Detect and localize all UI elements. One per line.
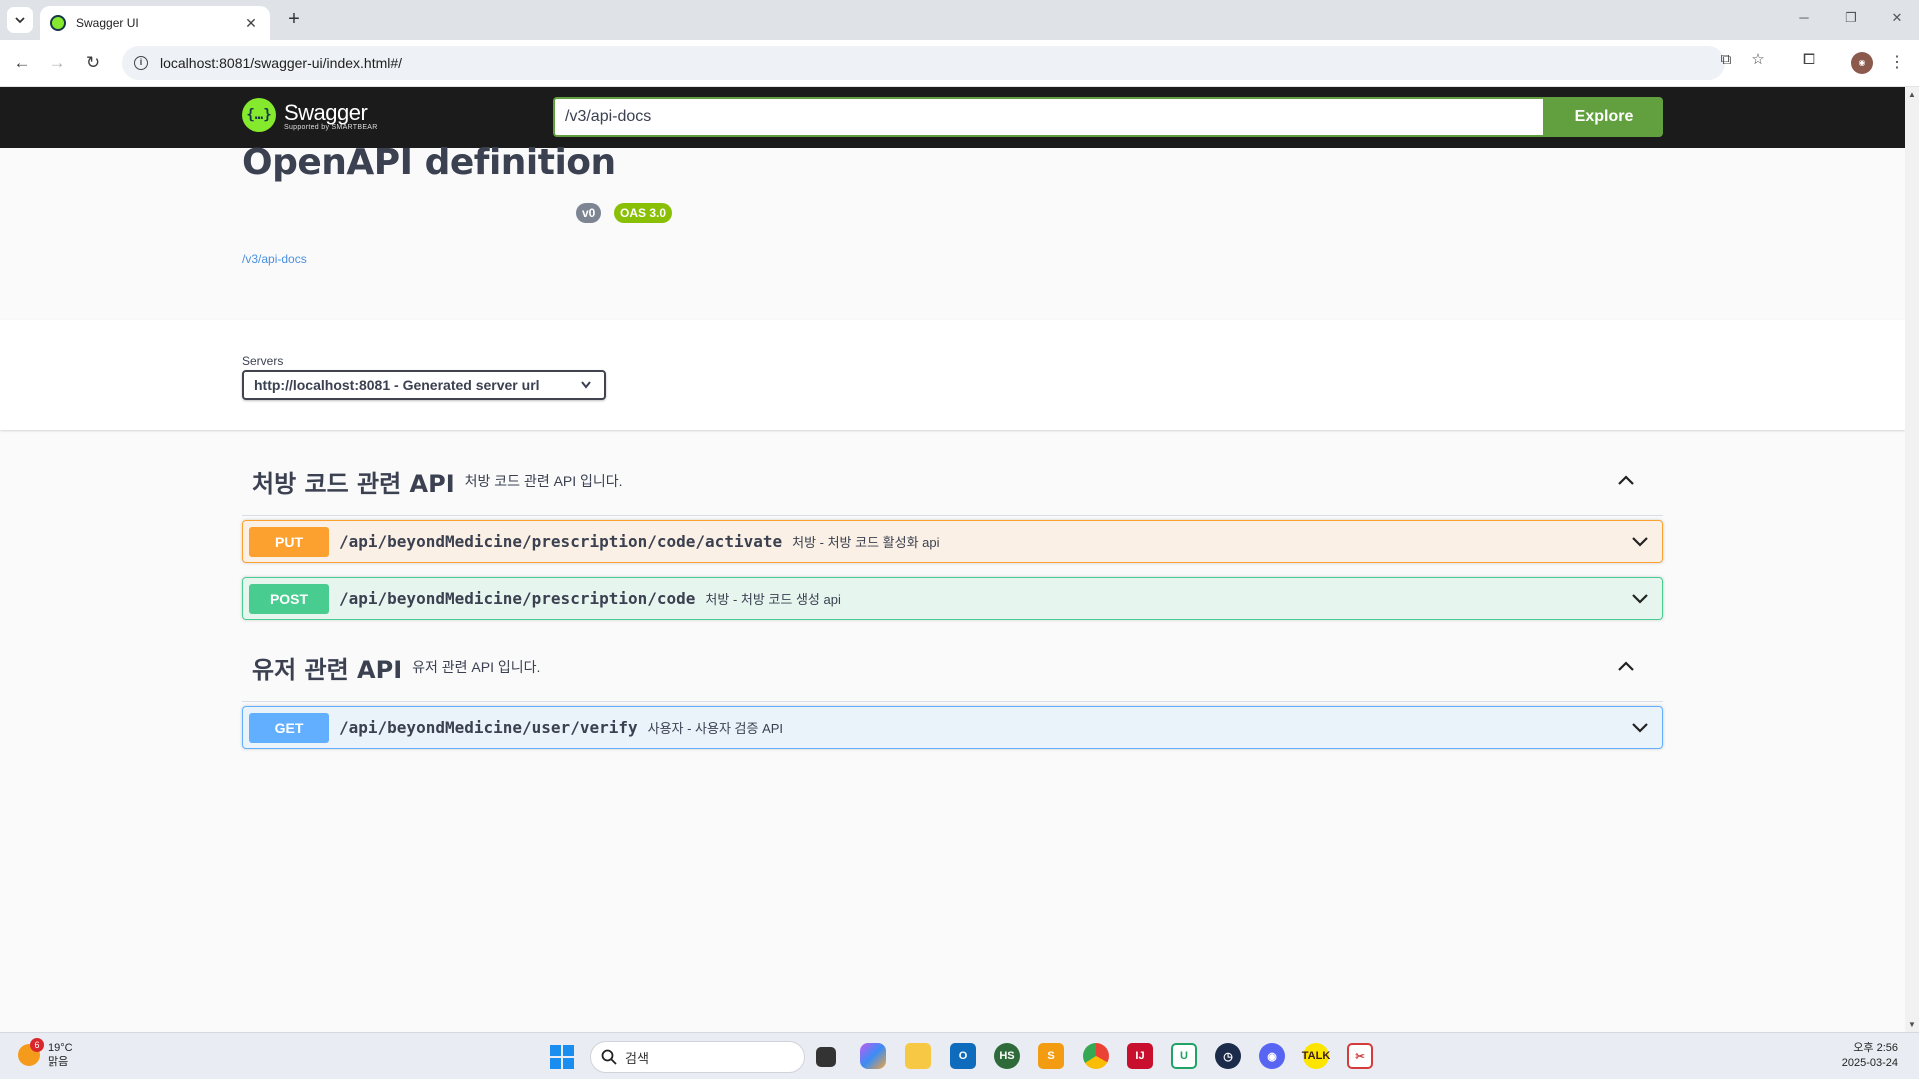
weather-condition: 맑음 [48,1056,69,1068]
tab-search-button[interactable] [7,7,33,33]
windows-taskbar: 6 19°C 맑음 검색 O HS S IJ U ◷ ◉ TALK ✂ 오후 2… [0,1032,1919,1079]
operation-summary: 사용자 - 사용자 검증 API [647,721,784,736]
back-arrow-icon[interactable]: ← [10,51,34,75]
page-title: OpenAPI definition [242,142,616,183]
hs-app-icon[interactable]: HS [994,1043,1020,1069]
chevron-down-icon[interactable] [1630,588,1650,608]
tag-name: 유저 관련 API [252,655,403,684]
address-bar[interactable]: i localhost:8081/swagger-ui/index.html#/ [122,46,1725,80]
minimize-icon[interactable]: ─ [1794,10,1814,25]
clock-app-icon[interactable]: ◷ [1215,1043,1241,1069]
shield-app-icon[interactable]: U [1171,1043,1197,1069]
operation-path: /api/beyondMedicine/prescription/code/ac… [339,532,783,551]
method-badge: POST [249,583,329,614]
tag-header-user[interactable]: 유저 관련 API 유저 관련 API 입니다. [252,647,540,687]
translate-icon[interactable]: ⧉ [1716,50,1736,70]
operation-path: /api/beyondMedicine/user/verify [339,718,638,737]
scroll-down-icon[interactable]: ▼ [1908,1020,1916,1029]
browser-tab[interactable]: Swagger UI ✕ [40,6,270,40]
tag-divider [242,701,1663,702]
search-icon [601,1049,617,1065]
window-close-icon[interactable]: ✕ [1887,10,1907,26]
operation-post-code[interactable]: POST /api/beyondMedicine/prescription/co… [242,577,1663,620]
chevron-up-icon[interactable] [1614,469,1638,493]
task-view-icon[interactable] [816,1047,836,1067]
chevron-down-icon [580,372,592,407]
windows-start-icon[interactable] [550,1045,574,1069]
chevron-down-icon[interactable] [1630,531,1650,551]
scroll-up-icon[interactable]: ▲ [1908,90,1916,99]
oas-badge: OAS 3.0 [614,203,673,223]
explore-button[interactable]: Explore [1545,97,1663,137]
tag-name: 처방 코드 관련 API [252,469,455,498]
server-selected-value: http://localhost:8081 - Generated server… [254,377,540,393]
profile-avatar[interactable]: ◉ [1851,52,1873,74]
clock-date: 2025-03-24 [1841,1057,1898,1069]
notification-badge: 6 [30,1038,44,1052]
bookmark-star-icon[interactable]: ☆ [1748,50,1768,70]
servers-select[interactable]: http://localhost:8081 - Generated server… [242,370,606,400]
logo-name: Swagger [284,99,368,125]
weather-widget[interactable]: 6 19°C 맑음 [18,1038,73,1069]
new-tab-button[interactable]: + [282,8,306,32]
browser-tab-bar: Swagger UI ✕ + ─ ❐ ✕ [0,0,1919,40]
operation-summary: 처방 - 처방 코드 활성화 api [792,535,940,550]
operation-path: /api/beyondMedicine/prescription/code [339,589,696,608]
operation-put-activate[interactable]: PUT /api/beyondMedicine/prescription/cod… [242,520,1663,563]
sublime-text-icon[interactable]: S [1038,1043,1064,1069]
chevron-down-icon[interactable] [1630,717,1650,737]
outlook-icon[interactable]: O [950,1043,976,1069]
servers-label: Servers [242,354,284,368]
operation-get-verify[interactable]: GET /api/beyondMedicine/user/verify 사용자 … [242,706,1663,749]
tag-divider [242,515,1663,516]
intellij-icon[interactable]: IJ [1127,1043,1153,1069]
tag-header-prescription[interactable]: 처방 코드 관련 API 처방 코드 관련 API 입니다. [252,461,623,501]
taskbar-search[interactable]: 검색 [590,1041,805,1073]
close-icon[interactable]: ✕ [242,15,260,32]
swagger-topbar: {…} Swagger Supported by SMARTBEAR /v3/a… [0,87,1905,148]
chrome-icon[interactable] [1083,1043,1109,1069]
kakaotalk-icon[interactable]: TALK [1302,1043,1330,1069]
system-clock[interactable]: 오후 2:56 2025-03-24 [1818,1041,1898,1071]
swagger-favicon-icon [50,15,66,31]
weather-temp: 19°C [48,1042,73,1054]
forward-arrow-icon[interactable]: → [45,51,69,75]
discord-icon[interactable]: ◉ [1259,1043,1285,1069]
restore-icon[interactable]: ❐ [1841,10,1861,26]
more-menu-icon[interactable]: ⋮ [1889,52,1905,72]
swagger-logo-icon: {…} [242,98,276,132]
search-placeholder: 검색 [625,1050,649,1066]
chevron-down-icon [15,17,25,24]
method-badge: GET [249,712,329,743]
url-text[interactable]: localhost:8081/swagger-ui/index.html#/ [160,55,402,71]
swagger-logo[interactable]: {…} Swagger Supported by SMARTBEAR [242,98,378,132]
operation-summary: 처방 - 처방 코드 생성 api [705,592,841,607]
tag-description: 처방 코드 관련 API 입니다. [464,473,623,489]
site-info-icon[interactable]: i [134,56,148,70]
method-badge: PUT [249,526,329,557]
tab-title: Swagger UI [76,16,139,30]
spec-url-input[interactable]: /v3/api-docs [553,97,1545,137]
reload-icon[interactable]: ↻ [81,51,105,75]
api-docs-link[interactable]: /v3/api-docs [242,252,307,266]
chevron-up-icon[interactable] [1614,655,1638,679]
version-badge: v0 [576,203,602,223]
browser-toolbar: ← → ↻ i localhost:8081/swagger-ui/index.… [0,40,1919,87]
page-scrollbar[interactable] [1905,87,1919,1032]
tag-description: 유저 관련 API 입니다. [412,659,541,675]
copilot-icon[interactable] [860,1043,886,1069]
file-explorer-icon[interactable] [905,1043,931,1069]
weather-sun-icon: 6 [18,1038,44,1066]
logo-subtitle: Supported by SMARTBEAR [284,123,378,131]
clock-time: 오후 2:56 [1853,1042,1898,1054]
extensions-icon[interactable]: ⧠ [1799,50,1819,70]
snipping-tool-icon[interactable]: ✂ [1347,1043,1373,1069]
